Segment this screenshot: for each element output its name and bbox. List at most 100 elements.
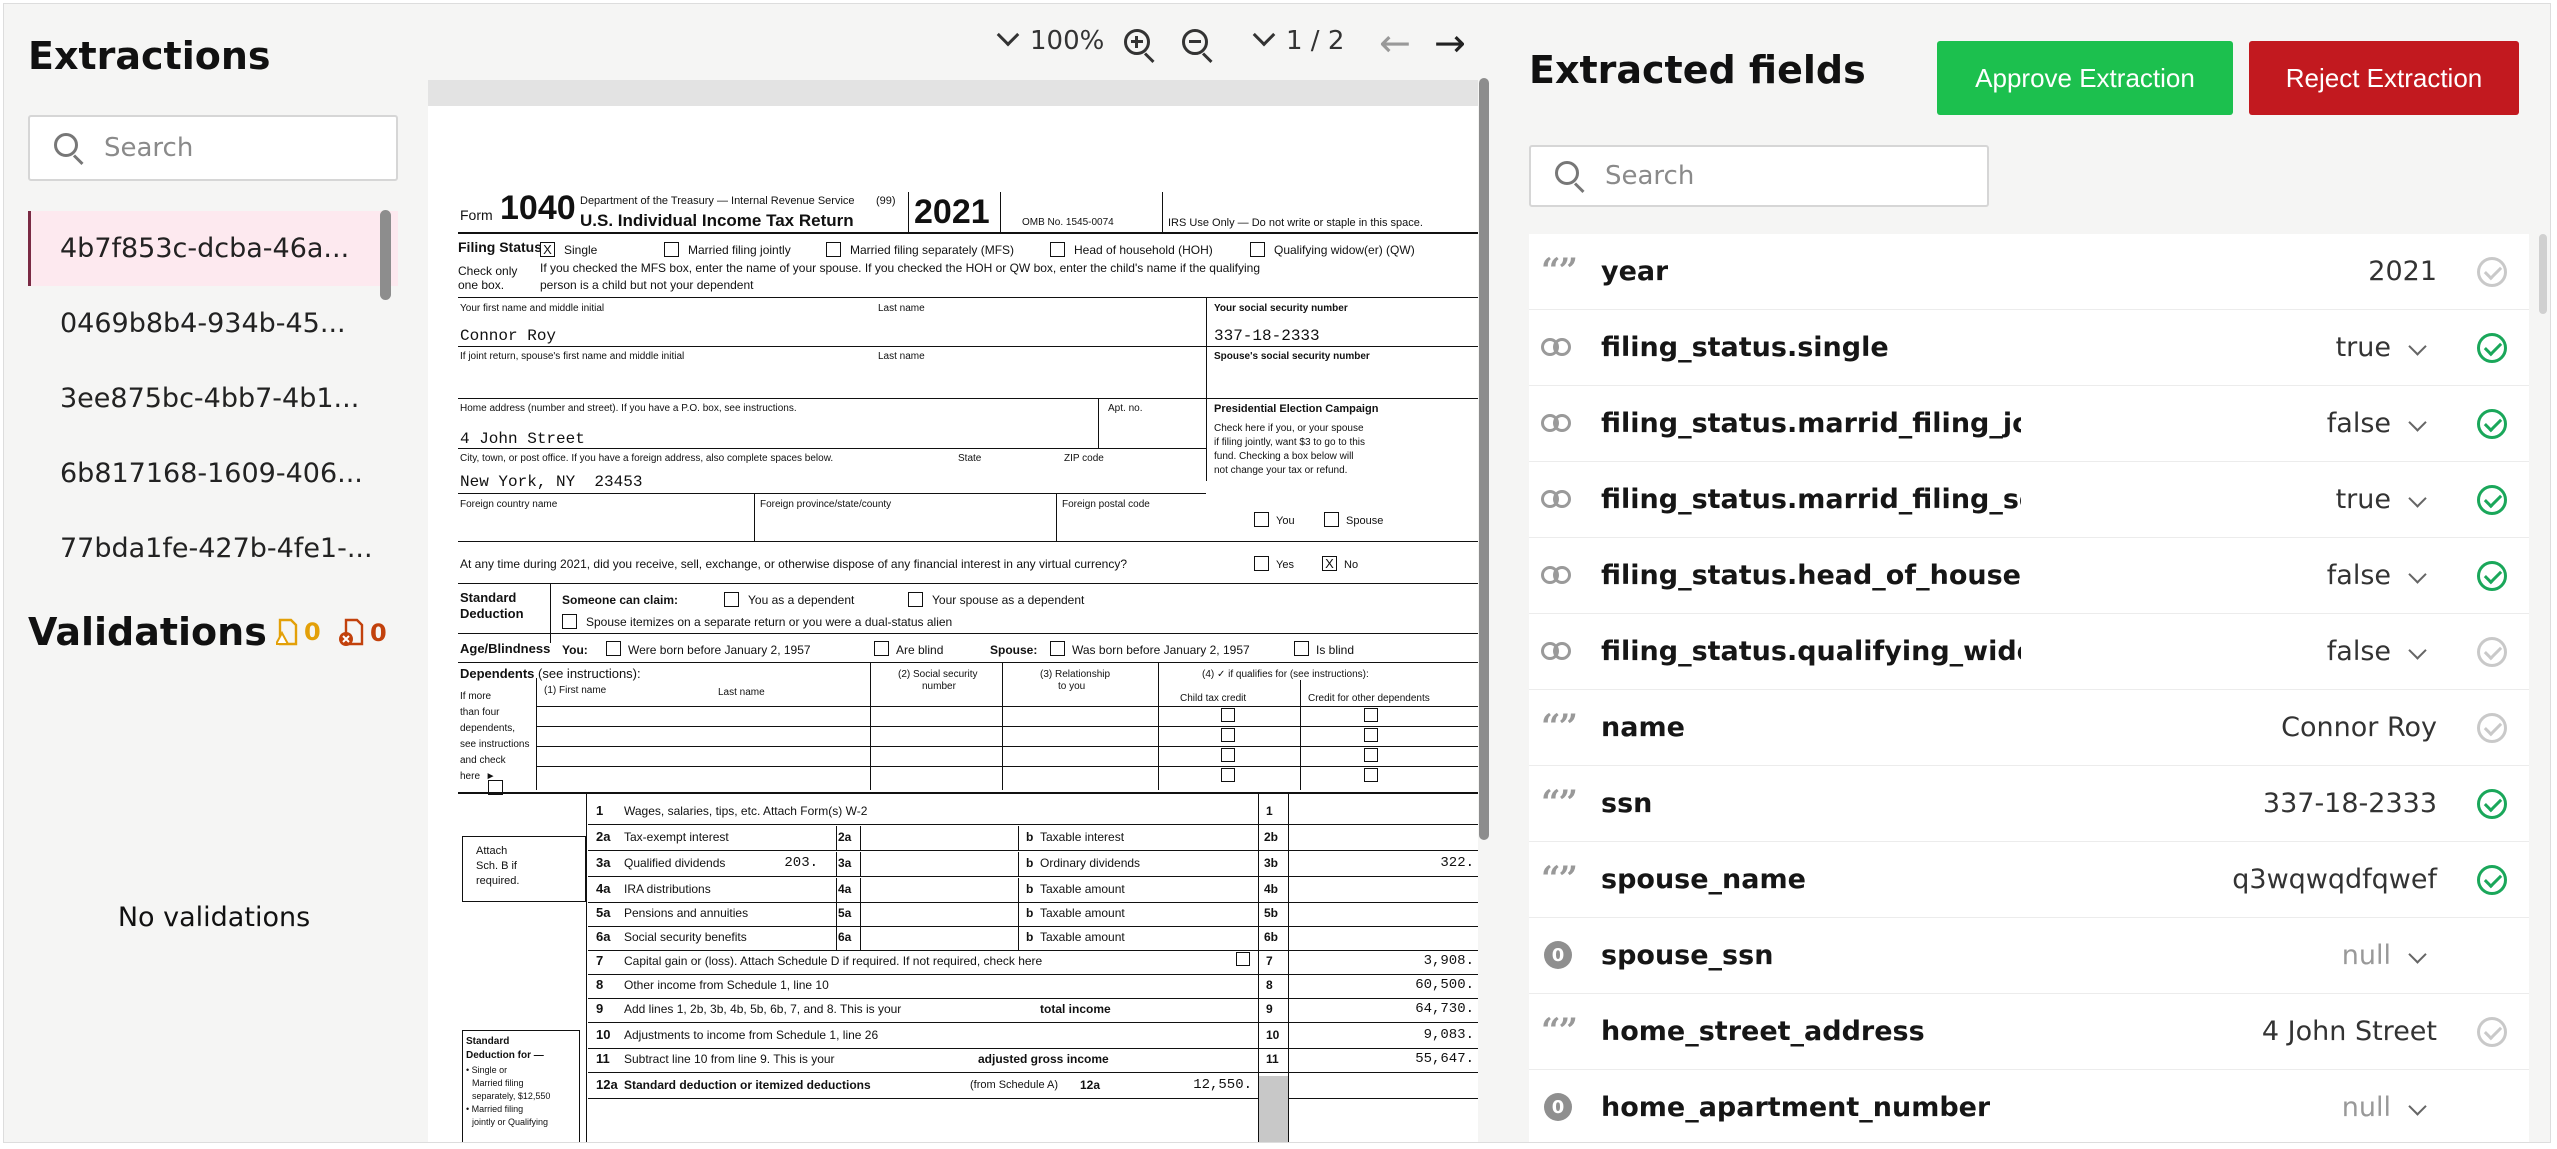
chevron-down-icon[interactable]: [2408, 1097, 2427, 1116]
field-row-filing-status-single[interactable]: filing_status.single true: [1529, 310, 2529, 386]
field-name: home_apartment_number: [1601, 1092, 1991, 1123]
zoom-in-icon[interactable]: [1124, 29, 1156, 64]
verified-check-icon[interactable]: [2477, 409, 2507, 439]
document-scrollbar[interactable]: [1479, 78, 1489, 840]
extraction-list-item[interactable]: 0469b8b4-934b-45...: [28, 286, 398, 361]
field-value[interactable]: true: [2336, 484, 2391, 515]
unverified-check-icon[interactable]: [2477, 637, 2507, 667]
form-street-value: 4 John Street: [460, 430, 585, 448]
form-year: 2021: [914, 193, 990, 231]
field-value[interactable]: true: [2336, 332, 2391, 363]
extraction-list-item[interactable]: 4b7f853c-dcba-46a...: [28, 211, 398, 286]
next-page-icon[interactable]: →: [1434, 24, 1466, 62]
left-sidebar: Extractions Search 4b7f853c-dcba-46a... 0…: [4, 4, 424, 1142]
unverified-check-icon[interactable]: [2477, 257, 2507, 287]
field-row-filing-status-marrid-filing-sep[interactable]: filing_status.marrid_filing_sep... true: [1529, 462, 2529, 538]
field-row-home-apartment-number[interactable]: 0 home_apartment_number null: [1529, 1070, 2529, 1142]
field-value[interactable]: null: [2342, 940, 2391, 971]
chevron-down-icon[interactable]: [2408, 641, 2427, 660]
field-row-spouse-name[interactable]: “” spouse_name q3wqwqdfqwef: [1529, 842, 2529, 918]
validations-title: Validations: [28, 610, 267, 654]
field-row-home-street-address[interactable]: “” home_street_address 4 John Street: [1529, 994, 2529, 1070]
field-row-filing-status-marrid-filing-join[interactable]: filing_status.marrid_filing_join... false: [1529, 386, 2529, 462]
zoom-select[interactable]: 100%: [996, 23, 1104, 56]
extractions-title: Extractions: [28, 34, 271, 78]
fs-single-checkbox: X: [540, 242, 555, 257]
chevron-down-icon[interactable]: [2408, 565, 2427, 584]
verified-check-icon[interactable]: [2477, 865, 2507, 895]
quote-icon: “”: [1541, 859, 1578, 899]
verified-check-icon[interactable]: [2477, 485, 2507, 515]
field-name: spouse_ssn: [1601, 940, 1774, 971]
zoom-out-icon[interactable]: [1182, 29, 1214, 64]
search-placeholder: Search: [1605, 161, 1695, 191]
error-count-badge: 0: [338, 618, 387, 648]
field-row-year[interactable]: “” year 2021: [1529, 234, 2529, 310]
reject-extraction-button[interactable]: Reject Extraction: [2249, 41, 2519, 115]
chevron-down-icon[interactable]: [2408, 413, 2427, 432]
field-value[interactable]: q3wqwqdfqwef: [2232, 864, 2437, 895]
field-value[interactable]: Connor Roy: [2281, 712, 2437, 743]
field-row-filing-status-head-of-househ[interactable]: filing_status.head_of_househ... false: [1529, 538, 2529, 614]
extracted-fields-list: “” year 2021 filing_status.single true filing…: [1529, 234, 2529, 1142]
no-validations-text: No validations: [117, 902, 311, 933]
field-value[interactable]: false: [2327, 408, 2391, 439]
verified-check-icon[interactable]: [2477, 789, 2507, 819]
search-icon: [52, 131, 86, 166]
field-value[interactable]: 4 John Street: [2262, 1016, 2437, 1047]
verified-check-icon[interactable]: [2477, 561, 2507, 591]
extractions-search-input[interactable]: Search: [28, 115, 398, 181]
field-row-spouse-ssn[interactable]: 0 spouse_ssn null: [1529, 918, 2529, 994]
field-value[interactable]: 337-18-2333: [2263, 788, 2437, 819]
warning-doc-icon: [276, 618, 298, 646]
field-value[interactable]: null: [2342, 1092, 2391, 1123]
warning-count-badge: 0: [276, 618, 321, 646]
chevron-down-icon[interactable]: [2408, 337, 2427, 356]
unverified-check-icon[interactable]: [2477, 1017, 2507, 1047]
field-row-name[interactable]: “” name Connor Roy: [1529, 690, 2529, 766]
extractions-scrollbar[interactable]: [380, 210, 391, 300]
form-name-value: Connor Roy: [460, 327, 557, 345]
field-value[interactable]: 2021: [2368, 256, 2437, 287]
form-ssn-value: 337-18-2333: [1214, 327, 1320, 345]
chevron-down-icon: [996, 23, 1020, 47]
field-name: home_street_address: [1601, 1016, 1925, 1047]
field-name: filing_status.marrid_filing_sep...: [1601, 484, 2021, 515]
extracted-fields-panel: Extracted fields Approve Extraction Reje…: [1489, 4, 2550, 1142]
fields-scrollbar[interactable]: [2539, 234, 2547, 314]
extractions-list: 4b7f853c-dcba-46a... 0469b8b4-934b-45... 3…: [28, 211, 398, 581]
chevron-down-icon[interactable]: [2408, 945, 2427, 964]
form-city-value: New York, NY 23453: [460, 473, 643, 491]
boolean-icon: [1541, 636, 1575, 666]
page-select[interactable]: 1 / 2: [1252, 23, 1344, 56]
fields-search-input[interactable]: Search: [1529, 145, 1989, 207]
extraction-list-item[interactable]: 77bda1fe-427b-4fe1-...: [28, 511, 398, 581]
field-value[interactable]: false: [2327, 560, 2391, 591]
boolean-icon: [1541, 484, 1575, 514]
form-title: U.S. Individual Income Tax Return: [580, 211, 854, 230]
field-name: ssn: [1601, 788, 1653, 819]
null-icon: 0: [1541, 940, 1575, 970]
error-doc-icon: [339, 618, 364, 646]
field-name: spouse_name: [1601, 864, 1806, 895]
boolean-icon: [1541, 560, 1575, 590]
quote-icon: “”: [1541, 783, 1578, 823]
field-row-ssn[interactable]: “” ssn 337-18-2333: [1529, 766, 2529, 842]
form-1040: Form 1040 Department of the Treasury — I…: [428, 80, 1478, 1142]
chevron-down-icon: [1252, 23, 1276, 47]
extraction-list-item[interactable]: 6b817168-1609-406...: [28, 436, 398, 511]
field-row-filing-status-qualifying-widow[interactable]: filing_status.qualifying_widow false: [1529, 614, 2529, 690]
document-viewer: 100% 1 / 2 ← → Form 1040 Department of t…: [424, 4, 1489, 1142]
field-value[interactable]: false: [2327, 636, 2391, 667]
boolean-icon: [1541, 332, 1575, 362]
previous-page-icon[interactable]: ←: [1379, 24, 1411, 62]
form-number: 1040: [500, 189, 576, 227]
chevron-down-icon[interactable]: [2408, 489, 2427, 508]
dependents-note: If more than four dependents, see instructi…: [460, 691, 530, 782]
extraction-list-item[interactable]: 3ee875bc-4bb7-4b1...: [28, 361, 398, 436]
search-placeholder: Search: [104, 133, 194, 163]
null-icon: 0: [1541, 1092, 1575, 1122]
verified-check-icon[interactable]: [2477, 333, 2507, 363]
unverified-check-icon[interactable]: [2477, 713, 2507, 743]
approve-extraction-button[interactable]: Approve Extraction: [1937, 41, 2233, 115]
